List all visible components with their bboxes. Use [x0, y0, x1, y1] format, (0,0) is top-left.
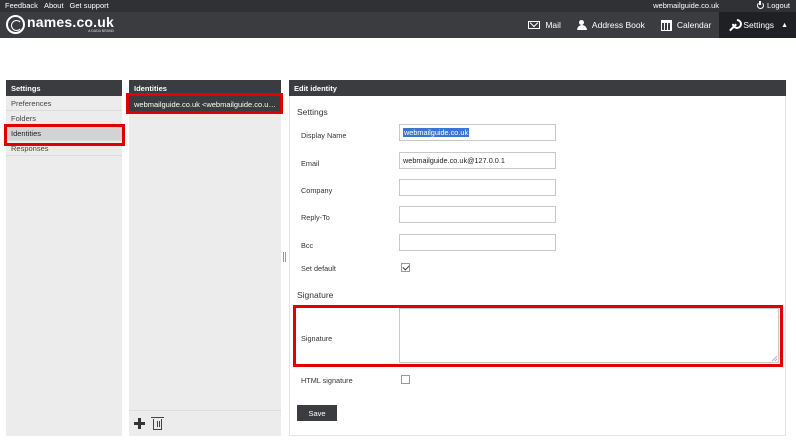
nav-address-book-label: Address Book: [591, 20, 645, 30]
calendar-icon: [660, 19, 672, 31]
nav-calendar[interactable]: Calendar: [653, 12, 720, 38]
email-field[interactable]: webmailguide.co.uk@127.0.0.1: [399, 152, 556, 169]
display-name-value: webmailguide.co.uk: [403, 128, 470, 137]
caret-up-icon: ▲: [781, 21, 788, 29]
html-signature-checkbox[interactable]: [401, 375, 410, 384]
main-nav: Mail Address Book Calendar Settings ▲: [520, 12, 796, 38]
nav-mail-label: Mail: [545, 20, 561, 30]
save-button[interactable]: Save: [297, 405, 337, 421]
nav-calendar-label: Calendar: [676, 20, 712, 30]
top-links: Feedback About Get support: [5, 1, 109, 10]
identity-highlight-box: [126, 93, 283, 114]
settings-list: Preferences Folders Identities Responses: [6, 96, 122, 436]
reply-to-field[interactable]: [399, 206, 556, 223]
settings-item-preferences[interactable]: Preferences: [6, 96, 122, 111]
edit-identity-title: Edit identity: [289, 80, 786, 96]
reply-to-label: Reply-To: [301, 213, 330, 222]
html-signature-label: HTML signature: [301, 376, 353, 385]
email-label: Email: [301, 159, 320, 168]
identities-footer: [129, 410, 281, 436]
current-user: webmailguide.co.uk: [653, 1, 719, 10]
identities-list: webmailguide.co.uk <webmailguide.co.uk@1…: [129, 96, 281, 436]
bcc-field[interactable]: [399, 234, 556, 251]
settings-panel-title: Settings: [6, 80, 122, 96]
get-support-link[interactable]: Get support: [70, 1, 109, 10]
set-default-label: Set default: [301, 264, 336, 273]
nav-mail[interactable]: Mail: [520, 12, 569, 38]
mail-icon: [528, 21, 541, 29]
display-name-field[interactable]: webmailguide.co.uk: [399, 124, 556, 141]
app-header: names.co.uk A DADA BRAND Mail Address Bo…: [0, 12, 796, 38]
wrench-icon: [727, 20, 738, 31]
logout-label: Logout: [767, 1, 790, 10]
logout-button[interactable]: Logout: [757, 1, 790, 10]
feedback-link[interactable]: Feedback: [5, 1, 38, 10]
logo-name: names.co.uk: [27, 14, 115, 31]
add-identity-icon[interactable]: [134, 418, 145, 429]
signature-section-heading: Signature: [297, 290, 334, 300]
company-field[interactable]: [399, 179, 556, 196]
set-default-checkbox[interactable]: [401, 263, 410, 272]
bcc-label: Bcc: [301, 241, 314, 250]
logo[interactable]: names.co.uk A DADA BRAND: [6, 15, 114, 34]
top-link-bar: Feedback About Get support webmailguide.…: [0, 0, 796, 12]
identities-highlight-box: [4, 124, 125, 146]
nav-settings[interactable]: Settings ▲: [719, 12, 796, 38]
delete-identity-icon[interactable]: [151, 417, 164, 430]
about-link[interactable]: About: [44, 1, 64, 10]
nav-address-book[interactable]: Address Book: [569, 12, 653, 38]
nav-settings-label: Settings: [743, 20, 775, 30]
power-icon: [757, 1, 765, 9]
settings-section-heading: Settings: [297, 107, 328, 117]
company-label: Company: [301, 186, 333, 195]
signature-highlight-box: [293, 305, 783, 367]
display-name-label: Display Name: [301, 131, 347, 140]
logo-tagline: A DADA BRAND: [88, 29, 115, 34]
logo-mark-icon: [6, 15, 25, 34]
person-icon: [576, 19, 587, 31]
edit-identity-panel: [289, 96, 786, 436]
panel-splitter[interactable]: [283, 252, 286, 262]
